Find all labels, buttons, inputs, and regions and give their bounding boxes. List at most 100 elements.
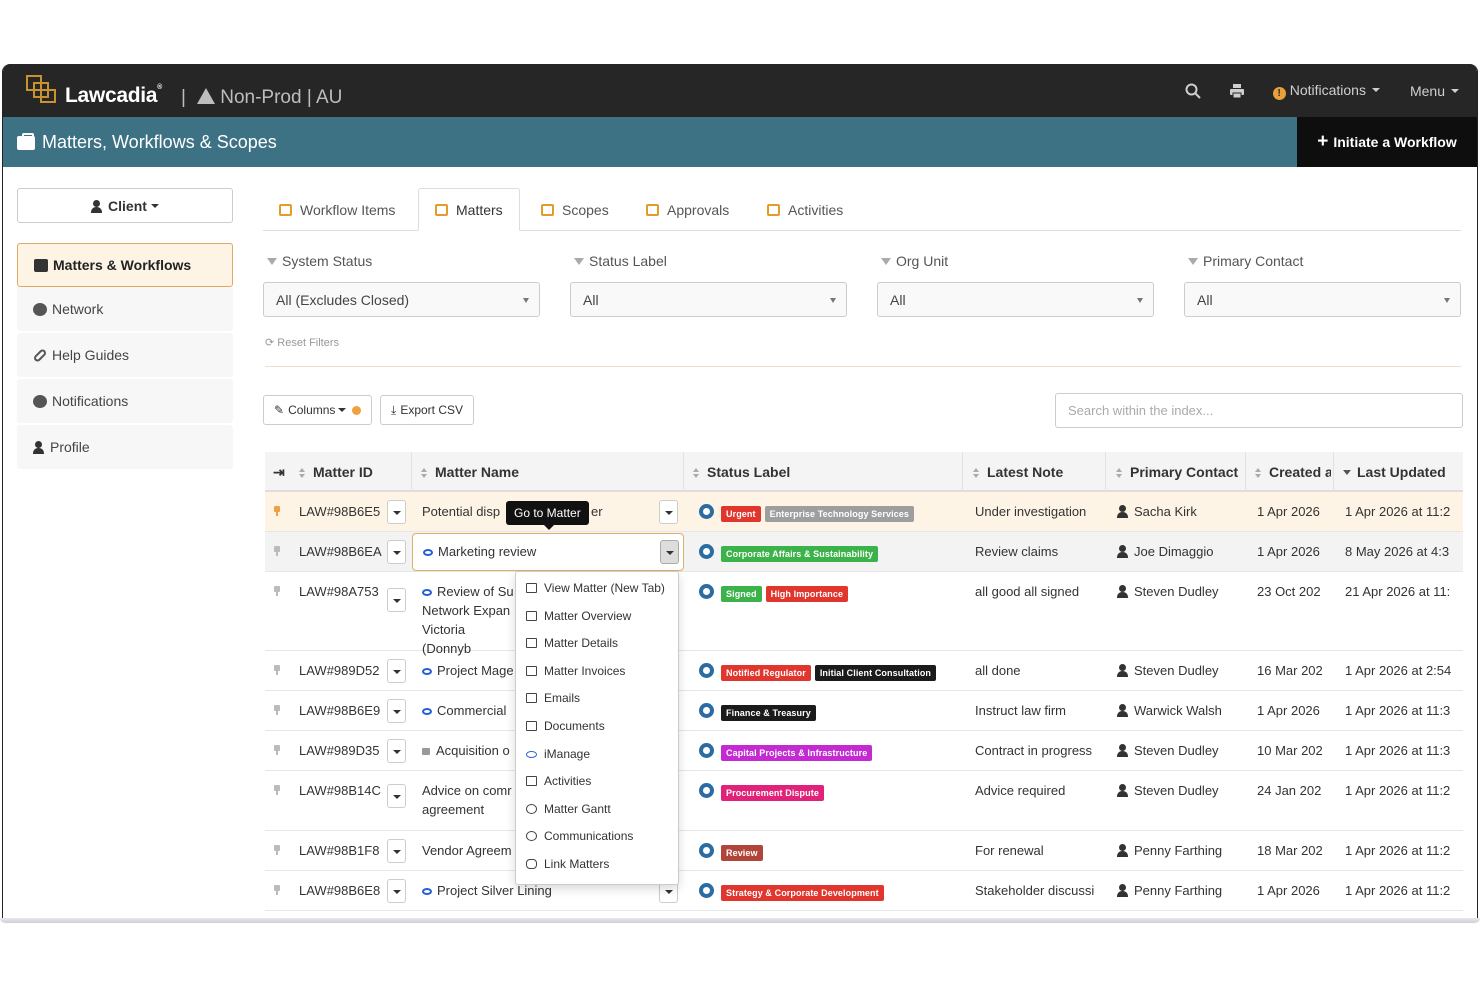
- menu-item-communications[interactable]: Communications: [526, 829, 633, 843]
- gear-icon[interactable]: [699, 504, 714, 519]
- gear-icon[interactable]: [699, 663, 714, 678]
- tab-scopes[interactable]: Scopes: [525, 188, 625, 231]
- sidebar-item-profile[interactable]: Profile: [17, 425, 233, 469]
- header-matter-name[interactable]: Matter Name: [421, 464, 519, 480]
- matter-menu-dropdown[interactable]: [660, 540, 679, 564]
- row-actions-dropdown[interactable]: [387, 739, 406, 763]
- gear-icon[interactable]: [699, 883, 714, 898]
- matter-id: LAW#98B6E5: [299, 504, 381, 519]
- tab-workflow-items[interactable]: Workflow Items: [263, 188, 411, 231]
- tab-matters[interactable]: Matters: [418, 188, 520, 231]
- row-actions-dropdown[interactable]: [387, 879, 406, 903]
- sidebar-item-network[interactable]: Network: [17, 287, 233, 331]
- primary-contact-select[interactable]: All: [1184, 282, 1461, 317]
- row-actions-dropdown[interactable]: [387, 588, 406, 612]
- menu-item-activities[interactable]: Activities: [526, 774, 591, 788]
- row-actions-dropdown[interactable]: [387, 839, 406, 863]
- matter-name[interactable]: Marketing review: [438, 544, 536, 559]
- table-row[interactable]: LAW#98B6E8 Project Silver Lining Strateg…: [265, 871, 1463, 911]
- table-row[interactable]: LAW#98B6E5 Potential disp er Urgent Enter…: [265, 492, 1463, 532]
- header-matter-id[interactable]: Matter ID: [299, 464, 373, 480]
- primary-contact: Steven Dudley: [1117, 783, 1219, 798]
- matter-name[interactable]: Advice on comr agreement: [422, 781, 515, 819]
- menu-item-link-matters[interactable]: Link Matters: [526, 857, 609, 871]
- matter-name[interactable]: Potential disp: [422, 504, 500, 519]
- notifications-menu[interactable]: ! Notifications: [1272, 82, 1380, 100]
- menu-item-imanage[interactable]: iManage: [526, 747, 590, 761]
- org-unit-select[interactable]: All: [877, 282, 1154, 317]
- header-last-updated[interactable]: Last Updated: [1343, 464, 1446, 480]
- status-badge: Review: [721, 845, 763, 861]
- search-icon[interactable]: [1185, 83, 1201, 99]
- initiate-workflow-button[interactable]: + Initiate a Workflow: [1297, 117, 1477, 167]
- sidebar-item-label: Help Guides: [52, 347, 130, 363]
- last-updated: 21 Apr 2026 at 11:: [1345, 584, 1451, 599]
- gear-icon[interactable]: [699, 703, 714, 718]
- row-actions-dropdown[interactable]: [387, 500, 406, 524]
- menu-item-emails[interactable]: Emails: [526, 691, 580, 705]
- header-primary-contact[interactable]: Primary Contact: [1116, 464, 1238, 480]
- pin-icon[interactable]: [273, 546, 281, 556]
- menu-item-matter-details[interactable]: Matter Details: [526, 636, 618, 650]
- menu-item-matter-overview[interactable]: Matter Overview: [526, 609, 631, 623]
- main-menu[interactable]: Menu: [1410, 83, 1459, 99]
- pin-icon[interactable]: [273, 665, 281, 675]
- matter-name[interactable]: Acquisition o: [422, 743, 515, 758]
- tab-activities[interactable]: Activities: [751, 188, 859, 231]
- gear-icon[interactable]: [699, 743, 714, 758]
- header-created[interactable]: Created a: [1255, 464, 1331, 480]
- sidebar-item-notifications[interactable]: Notifications: [17, 379, 233, 423]
- table-row[interactable]: LAW#989D35 Acquisition o Capital Project…: [265, 731, 1463, 771]
- gear-icon[interactable]: [699, 843, 714, 858]
- matter-name-cell-active[interactable]: Marketing review: [412, 533, 684, 571]
- search-input[interactable]: Search within the index...: [1055, 393, 1463, 428]
- gear-icon[interactable]: [699, 783, 714, 798]
- tab-approvals[interactable]: Approvals: [630, 188, 745, 231]
- gear-icon[interactable]: [699, 544, 714, 559]
- pin-icon[interactable]: [273, 885, 281, 895]
- matter-menu-dropdown[interactable]: [659, 500, 678, 524]
- pin-icon[interactable]: [273, 845, 281, 855]
- status-label-select[interactable]: All: [570, 282, 847, 317]
- pin-icon[interactable]: [273, 586, 281, 596]
- system-status-select[interactable]: All (Excludes Closed): [263, 282, 540, 317]
- header-latest-note[interactable]: Latest Note: [973, 464, 1063, 480]
- menu-item-matter-gantt[interactable]: Matter Gantt: [526, 802, 611, 816]
- matter-name[interactable]: Review of Su Network Expan Victoria (Donny…: [422, 582, 516, 658]
- pin-icon[interactable]: [273, 745, 281, 755]
- table-row[interactable]: LAW#98B1F8 Vendor Agreem Review For rene…: [265, 831, 1463, 871]
- menu-item-view-matter-new-tab[interactable]: View Matter (New Tab): [526, 581, 665, 595]
- pin-icon[interactable]: [273, 506, 281, 516]
- sidebar-item-help-guides[interactable]: Help Guides: [17, 333, 233, 377]
- client-dropdown[interactable]: Client: [17, 188, 233, 223]
- print-icon[interactable]: [1229, 83, 1245, 99]
- sidebar-item-matters-workflows[interactable]: Matters & Workflows: [17, 243, 233, 287]
- header-status-label[interactable]: Status Label: [693, 464, 790, 480]
- menu-item-matter-invoices[interactable]: Matter Invoices: [526, 664, 625, 678]
- matter-id: LAW#98A753: [299, 584, 379, 599]
- table-row[interactable]: LAW#98B14C Advice on comr agreement Procu…: [265, 771, 1463, 831]
- export-csv-button[interactable]: ⤓ Export CSV: [380, 395, 475, 425]
- window-bottom-edge: [0, 918, 1480, 923]
- matter-name[interactable]: Commercial: [422, 703, 515, 718]
- table-row[interactable]: LAW#989D52 Project Mage Notified Regulat…: [265, 651, 1463, 691]
- table-row[interactable]: LAW#98B6E9 Commercial Finance & Treasury…: [265, 691, 1463, 731]
- menu-item-documents[interactable]: Documents: [526, 719, 605, 733]
- row-actions-dropdown[interactable]: [387, 699, 406, 723]
- matter-name[interactable]: Project Silver Lining: [422, 883, 552, 898]
- status-badge: Notified Regulator: [721, 665, 811, 681]
- primary-contact: Penny Farthing: [1117, 883, 1222, 898]
- brand-name[interactable]: Lawcadia®: [65, 84, 162, 108]
- columns-button[interactable]: ✎ Columns: [263, 395, 373, 425]
- table-row[interactable]: LAW#98A753 Review of Su Network Expan Vict…: [265, 572, 1463, 656]
- gear-icon[interactable]: [699, 584, 714, 599]
- matter-name[interactable]: Project Mage: [422, 663, 515, 678]
- matter-name[interactable]: Vendor Agreem: [422, 843, 515, 858]
- reset-filters-link[interactable]: ⟳ Reset Filters: [265, 336, 339, 349]
- pin-icon[interactable]: [273, 705, 281, 715]
- row-actions-dropdown[interactable]: [387, 784, 406, 808]
- pin-icon[interactable]: [273, 785, 281, 795]
- row-actions-dropdown[interactable]: [387, 659, 406, 683]
- pin-column-icon[interactable]: ⇥: [273, 464, 285, 481]
- row-actions-dropdown[interactable]: [387, 540, 406, 564]
